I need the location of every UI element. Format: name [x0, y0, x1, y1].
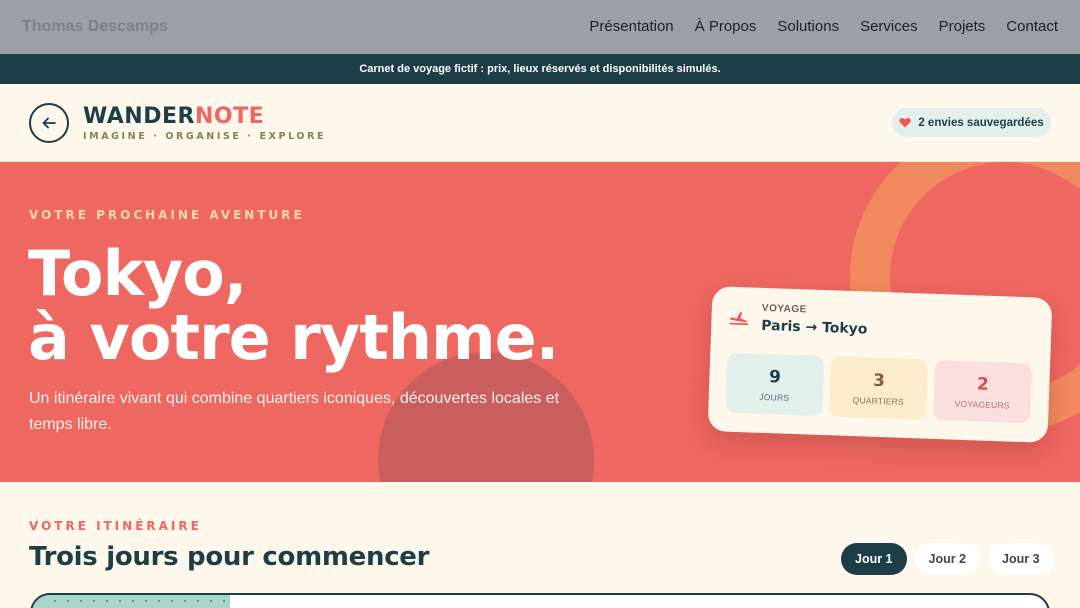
site-brand[interactable]: Thomas Descamps	[22, 18, 168, 36]
trip-route: Paris → Tokyo	[760, 317, 868, 338]
day-card-illustration	[32, 595, 230, 608]
logo-note: NOTE	[194, 104, 265, 129]
nav-links: Présentation À Propos Solutions Services…	[589, 18, 1058, 35]
stat-districts: 3 QUARTIERS	[829, 356, 929, 420]
dot-pattern	[54, 600, 225, 602]
disclaimer-banner: Carnet de voyage fictif : prix, lieux ré…	[0, 54, 1080, 84]
hero-title: Tokyo, à votre rythme.	[28, 237, 559, 374]
hero-title-line2: à votre rythme.	[28, 301, 559, 374]
stat-travelers-value: 2	[976, 374, 990, 395]
plane-icon	[729, 311, 749, 326]
itinerary-title: Trois jours pour commencer	[29, 542, 430, 572]
trip-summary-card: VOYAGE Paris → Tokyo 9 JOURS 3 QUARTIERS…	[707, 286, 1053, 443]
hero-subtitle: Un itinéraire vivant qui combine quartie…	[29, 390, 560, 433]
itinerary-eyebrow: VOTRE ITINÉRAIRE	[29, 519, 202, 533]
nav-link-projects[interactable]: Projets	[939, 18, 986, 35]
nav-link-presentation[interactable]: Présentation	[589, 18, 673, 35]
top-navigation: Thomas Descamps Présentation À Propos So…	[0, 0, 1080, 54]
arrow-left-icon	[42, 117, 56, 129]
logo-wander: WANDER	[83, 104, 195, 129]
stat-days: 9 JOURS	[725, 352, 825, 417]
nav-link-contact[interactable]: Contact	[1006, 18, 1058, 35]
wishlist-button[interactable]: 2 envies sauvegardées	[892, 108, 1051, 137]
day-card	[30, 593, 1050, 608]
app-header: WANDERNOTE IMAGINE · ORGANISE · EXPLORE …	[0, 84, 1080, 162]
app-logo[interactable]: WANDERNOTE	[83, 104, 264, 129]
hero-eyebrow: VOTRE PROCHAINE AVENTURE	[29, 208, 305, 222]
trip-label: VOYAGE	[761, 302, 807, 316]
nav-link-services[interactable]: Services	[860, 18, 918, 35]
tab-day-3[interactable]: Jour 3	[988, 543, 1054, 575]
stat-travelers: 2 VOYAGEURS	[933, 359, 1033, 424]
app-tagline: IMAGINE · ORGANISE · EXPLORE	[83, 131, 327, 142]
heart-icon	[899, 117, 911, 128]
tab-day-2[interactable]: Jour 2	[914, 543, 981, 575]
tab-day-1[interactable]: Jour 1	[841, 543, 907, 575]
nav-link-about[interactable]: À Propos	[695, 18, 757, 35]
day-tabs: Jour 1 Jour 2 Jour 3	[841, 543, 1054, 575]
disclaimer-text: Carnet de voyage fictif : prix, lieux ré…	[359, 63, 721, 75]
stat-districts-label: QUARTIERS	[852, 395, 905, 407]
stat-days-label: JOURS	[759, 391, 790, 403]
stat-days-value: 9	[768, 367, 782, 388]
nav-link-solutions[interactable]: Solutions	[777, 18, 839, 35]
wishlist-label: 2 envies sauvegardées	[918, 116, 1044, 129]
hero-title-line1: Tokyo,	[28, 237, 247, 310]
stat-travelers-label: VOYAGEURS	[954, 398, 1010, 411]
stat-districts-value: 3	[872, 370, 886, 392]
back-button[interactable]	[29, 103, 69, 143]
